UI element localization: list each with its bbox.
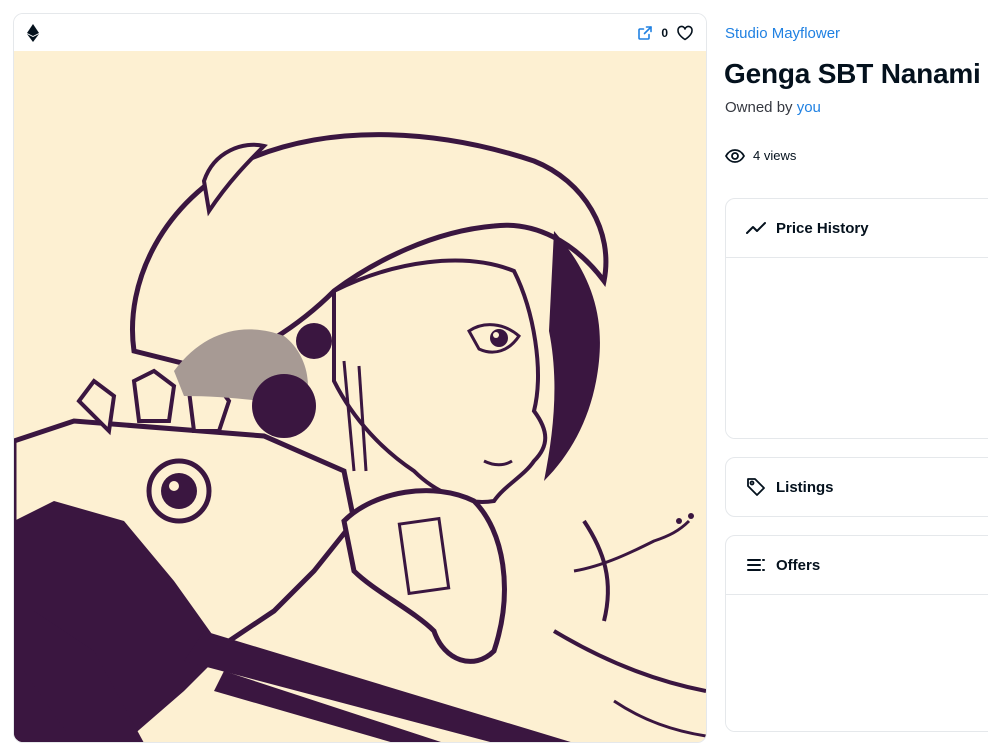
- tag-icon: [746, 477, 766, 497]
- price-history-title: Price History: [776, 219, 869, 237]
- owner-line: Owned by you: [725, 99, 821, 116]
- eye-icon: [724, 148, 746, 163]
- owner-link[interactable]: you: [797, 99, 821, 116]
- price-history-header[interactable]: Price History: [726, 199, 988, 257]
- media-card: 0: [13, 13, 707, 743]
- trending-icon: [746, 218, 766, 238]
- nft-artwork[interactable]: [14, 51, 706, 742]
- offers-panel: Offers: [725, 535, 988, 732]
- views-label: 4 views: [753, 148, 797, 163]
- item-title: Genga SBT Nanami: [724, 58, 981, 89]
- external-link-icon[interactable]: [637, 25, 653, 41]
- owned-by-label: Owned by: [725, 99, 793, 116]
- ethereum-icon[interactable]: [26, 23, 40, 42]
- artwork-illustration: [14, 51, 706, 742]
- listings-title: Listings: [776, 478, 834, 496]
- offers-body: [726, 594, 988, 731]
- offers-header[interactable]: Offers: [726, 536, 988, 594]
- price-history-body: [726, 257, 988, 438]
- views-count: 4 views: [724, 148, 797, 163]
- media-header: 0: [14, 14, 706, 51]
- heart-icon[interactable]: [676, 25, 694, 41]
- list-icon: [746, 555, 766, 575]
- price-history-panel: Price History: [725, 198, 988, 439]
- collection-link[interactable]: Studio Mayflower: [725, 25, 840, 42]
- listings-panel: Listings: [725, 457, 988, 517]
- listings-header[interactable]: Listings: [726, 458, 988, 516]
- favorite-count: 0: [661, 25, 668, 40]
- offers-title: Offers: [776, 556, 821, 574]
